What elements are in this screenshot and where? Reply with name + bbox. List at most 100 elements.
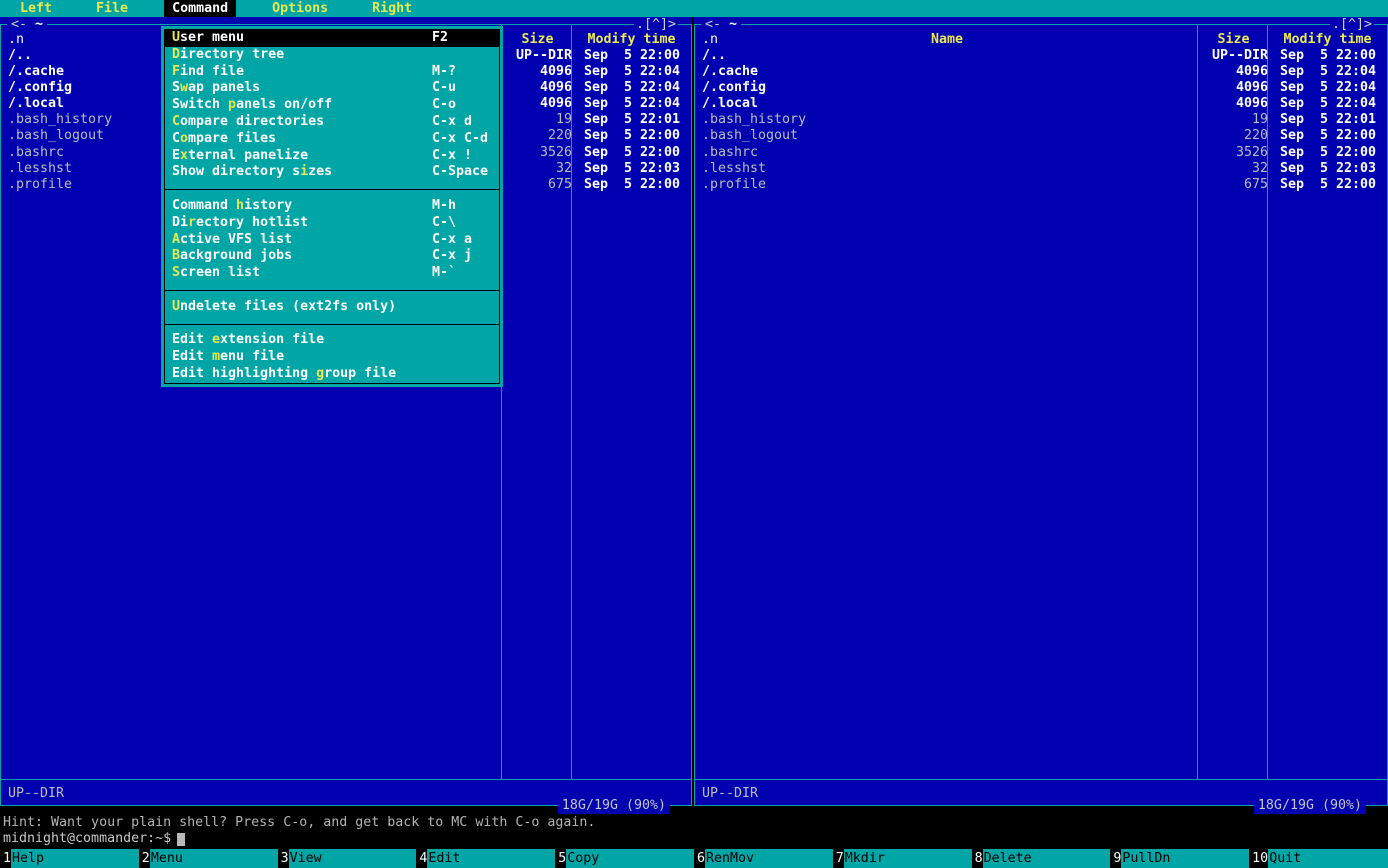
panel-path[interactable]: <- ~ — [7, 17, 47, 33]
fkey-button[interactable]: 5Copy — [555, 849, 694, 868]
file-row[interactable]: /.. UP--DIR Sep 5 22:00 — [695, 48, 1387, 64]
fkey-button[interactable]: 4Edit — [416, 849, 555, 868]
menubar-item[interactable]: Right — [364, 0, 420, 17]
menu-item[interactable]: Edit menu file — [165, 349, 499, 366]
fkey-number: 5 — [555, 849, 566, 868]
menubar-item[interactable]: File — [88, 0, 136, 17]
menu-item[interactable]: User menu F2 — [165, 30, 499, 47]
menu-item-label: Background jobs — [172, 248, 432, 265]
column-header-size[interactable]: Size — [503, 32, 572, 48]
fkey-number: 8 — [972, 849, 983, 868]
current-directory: ~ — [729, 17, 737, 32]
file-size: UP--DIR — [515, 48, 578, 64]
file-size: 4096 — [1211, 80, 1274, 96]
fkey-button[interactable]: 2Menu — [139, 849, 278, 868]
fkey-number: 10 — [1249, 849, 1268, 868]
file-name: /.. — [695, 48, 1211, 64]
function-key-bar: 1Help 2Menu 3View 4Edit 5Copy 6RenMov 7M… — [0, 849, 1388, 868]
menu-item[interactable]: Directory tree — [165, 47, 499, 64]
hotkey-letter: A — [172, 232, 180, 247]
file-row[interactable]: /.cache 4096 Sep 5 22:04 — [695, 64, 1387, 80]
menu-item[interactable]: Directory hotlist C-\ — [165, 215, 499, 232]
menu-item-label: Find file — [172, 64, 432, 81]
file-row[interactable]: .bash_history 19 Sep 5 22:01 — [695, 112, 1387, 128]
menu-item-label: Command history — [172, 198, 432, 215]
menubar-item[interactable]: Options — [264, 0, 336, 17]
file-mtime: Sep 5 22:04 — [578, 64, 691, 80]
fkey-button[interactable]: 3View — [278, 849, 417, 868]
menu-item-shortcut: F2 — [432, 30, 492, 47]
file-row[interactable]: .bash_logout 220 Sep 5 22:00 — [695, 128, 1387, 144]
column-header-size[interactable]: Size — [1199, 32, 1268, 48]
fkey-button[interactable]: 8Delete — [972, 849, 1111, 868]
file-name: .bash_logout — [695, 128, 1211, 144]
hotkey-letter: F — [172, 64, 180, 79]
history-back-icon[interactable]: <- — [11, 17, 35, 32]
ministatus-separator — [1, 779, 691, 780]
menu-item[interactable]: Find file M-? — [165, 64, 499, 81]
column-header-name[interactable]: Name — [695, 32, 1199, 48]
shell-prompt: midnight@commander:~$ — [3, 831, 171, 846]
hotkey-letter: U — [172, 299, 180, 314]
fkey-button[interactable]: 10Quit — [1249, 849, 1388, 868]
menu-item[interactable]: Switch panels on/off C-o — [165, 97, 499, 114]
menu-item[interactable]: Screen list M-` — [165, 265, 499, 282]
panel-header-buttons[interactable]: .[^]> — [634, 17, 678, 33]
menu-item[interactable]: Background jobs C-x j — [165, 248, 499, 265]
fkey-button[interactable]: 6RenMov — [694, 849, 833, 868]
menu-item[interactable]: External panelize C-x ! — [165, 148, 499, 165]
menu-item-shortcut: C-x a — [432, 232, 492, 249]
menu-item[interactable]: Compare directories C-x d — [165, 114, 499, 131]
menu-item[interactable] — [165, 181, 499, 198]
fkey-number: 4 — [416, 849, 427, 868]
file-row[interactable]: .lesshst 32 Sep 5 22:03 — [695, 161, 1387, 177]
file-mtime: Sep 5 22:00 — [578, 177, 691, 193]
menu-item-shortcut: C-\ — [432, 215, 492, 232]
fkey-button[interactable]: 9PullDn — [1110, 849, 1249, 868]
menu-item[interactable]: Command history M-h — [165, 198, 499, 215]
file-row[interactable]: /.local 4096 Sep 5 22:04 — [695, 96, 1387, 112]
menu-item[interactable]: Edit highlighting group file — [165, 366, 499, 383]
menu-item[interactable]: Edit extension file — [165, 332, 499, 349]
command-line[interactable]: midnight@commander:~$ — [3, 831, 185, 847]
mini-status: UP--DIR — [8, 786, 64, 802]
history-back-icon[interactable]: <- — [705, 17, 729, 32]
hotkey-letter: w — [180, 80, 188, 95]
menu-item[interactable] — [165, 282, 499, 299]
fkey-button[interactable]: 1Help — [0, 849, 139, 868]
menu-item[interactable]: Swap panels C-u — [165, 80, 499, 97]
menu-item[interactable]: Compare files C-x C-d — [165, 131, 499, 148]
column-header-mtime[interactable]: Modify time — [1268, 32, 1387, 48]
panel-header-buttons[interactable]: .[^]> — [1330, 17, 1374, 33]
sort-indicator: .n — [702, 32, 718, 48]
menu-item-shortcut — [432, 366, 492, 383]
file-name: /.local — [695, 96, 1211, 112]
file-row[interactable]: /.config 4096 Sep 5 22:04 — [695, 80, 1387, 96]
menu-item[interactable]: Active VFS list C-x a — [165, 232, 499, 249]
file-row[interactable]: .bashrc 3526 Sep 5 22:00 — [695, 145, 1387, 161]
column-header-mtime[interactable]: Modify time — [572, 32, 691, 48]
fkey-number: 6 — [694, 849, 705, 868]
menu-item-label: External panelize — [172, 148, 432, 165]
menu-item-shortcut — [432, 349, 492, 366]
panel-path[interactable]: <- ~ — [701, 17, 741, 33]
menu-item-label: Switch panels on/off — [172, 97, 432, 114]
menu-item-label: Edit menu file — [172, 349, 432, 366]
fkey-label: Help — [11, 849, 139, 868]
menu-item[interactable]: Undelete files (ext2fs only) — [165, 299, 499, 316]
menu-item[interactable]: Show directory sizes C-Space — [165, 164, 499, 181]
menu-item-shortcut: M-? — [432, 64, 492, 81]
menu-item[interactable] — [165, 316, 499, 333]
file-size: 19 — [515, 112, 578, 128]
menubar-item[interactable]: Command — [164, 0, 236, 17]
fkey-button[interactable]: 7Mkdir — [833, 849, 972, 868]
menubar-item[interactable]: Left — [12, 0, 60, 17]
file-row[interactable]: .profile 675 Sep 5 22:00 — [695, 177, 1387, 193]
hotkey-letter: i — [300, 164, 308, 179]
file-mtime: Sep 5 22:03 — [578, 161, 691, 177]
file-name: /.cache — [695, 64, 1211, 80]
file-mtime: Sep 5 22:01 — [578, 112, 691, 128]
file-mtime: Sep 5 22:01 — [1274, 112, 1387, 128]
file-size: 4096 — [515, 96, 578, 112]
file-mtime: Sep 5 22:04 — [578, 80, 691, 96]
